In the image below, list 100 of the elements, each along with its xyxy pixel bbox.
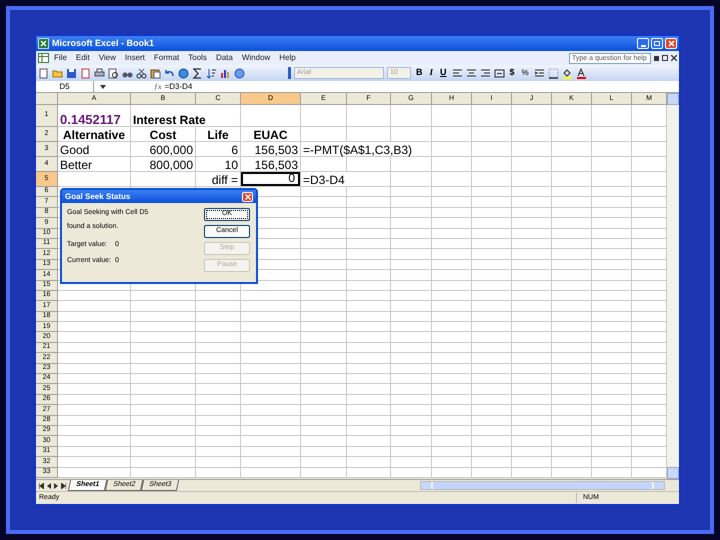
cell[interactable] <box>472 127 512 142</box>
cell[interactable] <box>391 322 432 332</box>
cell[interactable] <box>58 405 131 416</box>
cell[interactable] <box>347 405 391 416</box>
cell[interactable] <box>432 218 472 229</box>
cell[interactable] <box>347 280 391 291</box>
cell[interactable]: Alternative <box>58 127 131 142</box>
cell[interactable] <box>472 301 512 312</box>
cell[interactable] <box>301 322 347 332</box>
folder-icon[interactable] <box>52 68 63 78</box>
cell[interactable] <box>391 249 432 260</box>
cell[interactable] <box>196 405 241 416</box>
sort-icon[interactable] <box>206 68 217 78</box>
align-right-icon[interactable] <box>480 68 491 78</box>
cell[interactable] <box>196 290 241 302</box>
cell[interactable] <box>301 436 347 447</box>
cell[interactable] <box>472 280 512 291</box>
cell[interactable] <box>432 238 472 250</box>
cell[interactable] <box>301 218 347 229</box>
cell[interactable] <box>391 157 432 172</box>
cell[interactable] <box>301 468 347 478</box>
cell[interactable] <box>472 260 512 270</box>
cell[interactable] <box>432 172 472 187</box>
cell[interactable] <box>241 105 301 127</box>
cell[interactable] <box>592 270 632 281</box>
cell[interactable] <box>58 312 131 322</box>
menu-item[interactable]: Data <box>212 52 237 64</box>
cell[interactable] <box>472 457 512 468</box>
cell[interactable] <box>391 260 432 270</box>
cell[interactable] <box>301 187 347 198</box>
next-sheet-icon[interactable] <box>54 482 58 488</box>
cell[interactable] <box>241 301 301 312</box>
cell[interactable] <box>391 405 432 416</box>
cell[interactable] <box>58 374 131 384</box>
cell[interactable] <box>432 249 472 260</box>
new-file-icon[interactable] <box>38 68 49 78</box>
cell[interactable] <box>391 457 432 468</box>
cell[interactable] <box>432 374 472 384</box>
close-workbook-icon[interactable] <box>671 55 677 61</box>
cell[interactable] <box>58 446 131 458</box>
cell[interactable] <box>131 322 196 332</box>
cell[interactable] <box>472 468 512 478</box>
cell[interactable] <box>347 312 391 322</box>
cell[interactable] <box>432 142 472 157</box>
last-sheet-icon[interactable] <box>61 482 66 488</box>
cell[interactable] <box>472 290 512 302</box>
cell[interactable] <box>552 468 592 478</box>
cell[interactable] <box>472 238 512 250</box>
cell[interactable] <box>592 197 632 208</box>
cell[interactable]: 156,503 <box>241 142 301 157</box>
cell[interactable] <box>472 436 512 447</box>
cell[interactable] <box>432 457 472 468</box>
cell[interactable] <box>196 416 241 426</box>
borders-icon[interactable] <box>548 68 559 78</box>
cell[interactable] <box>347 322 391 332</box>
cell[interactable] <box>512 394 552 406</box>
cell[interactable] <box>472 312 512 322</box>
cell[interactable] <box>347 249 391 260</box>
cell[interactable] <box>391 238 432 250</box>
cell[interactable] <box>552 172 592 187</box>
cell[interactable] <box>58 353 131 364</box>
cell[interactable] <box>512 228 552 239</box>
cell[interactable] <box>472 172 512 187</box>
cell[interactable] <box>472 353 512 364</box>
cell[interactable] <box>592 127 632 142</box>
sigma-icon[interactable] <box>192 68 203 78</box>
cell[interactable] <box>58 322 131 332</box>
cell[interactable] <box>552 187 592 198</box>
cell[interactable] <box>552 238 592 250</box>
cell[interactable] <box>391 228 432 239</box>
restore-workbook-icon[interactable] <box>662 55 668 61</box>
cell[interactable] <box>552 301 592 312</box>
cell[interactable] <box>552 105 592 127</box>
cell[interactable]: 0 <box>241 172 301 187</box>
cell[interactable] <box>301 405 347 416</box>
cell[interactable] <box>391 446 432 458</box>
cell[interactable] <box>472 105 512 127</box>
cell[interactable] <box>58 364 131 374</box>
cell[interactable] <box>301 394 347 406</box>
cell[interactable] <box>592 301 632 312</box>
cell[interactable] <box>512 127 552 142</box>
cell[interactable] <box>512 353 552 364</box>
cell[interactable] <box>131 405 196 416</box>
cell[interactable] <box>347 436 391 447</box>
cell[interactable] <box>391 364 432 374</box>
cell[interactable] <box>512 426 552 436</box>
vertical-scrollbar[interactable] <box>667 93 679 479</box>
cell[interactable] <box>472 218 512 229</box>
cell[interactable] <box>432 127 472 142</box>
cell[interactable] <box>391 290 432 302</box>
cell[interactable] <box>592 142 632 157</box>
cell[interactable] <box>391 468 432 478</box>
cell[interactable] <box>196 364 241 374</box>
cell[interactable] <box>347 238 391 250</box>
cell[interactable] <box>432 468 472 478</box>
cell[interactable] <box>552 353 592 364</box>
cell[interactable] <box>301 342 347 354</box>
scroll-down-button[interactable] <box>667 467 679 479</box>
cell[interactable] <box>512 468 552 478</box>
cell[interactable] <box>512 436 552 447</box>
